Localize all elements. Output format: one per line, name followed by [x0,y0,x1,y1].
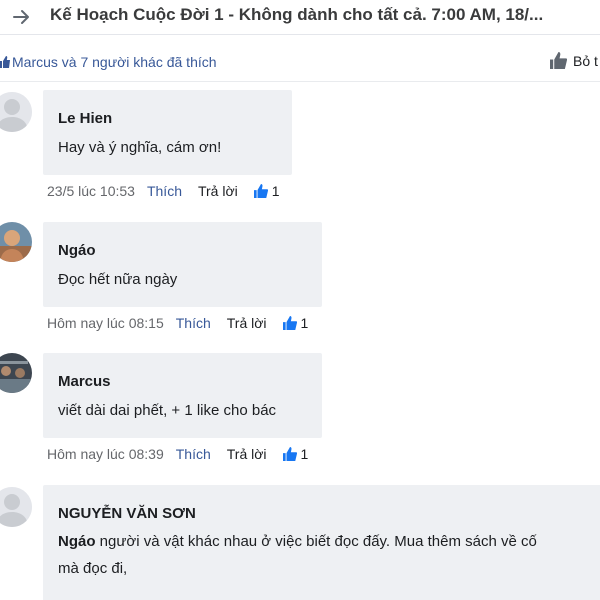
thread-title[interactable]: Kế Hoạch Cuộc Đời 1 - Không dành cho tất… [50,5,543,25]
like-count[interactable]: 1 [282,315,309,331]
back-arrow-icon[interactable] [10,5,34,29]
comment-text: Hay và ý nghĩa, cám ơn! [58,139,222,156]
likes-summary[interactable]: Marcus và 7 người khác đã thích [0,54,217,70]
avatar[interactable] [0,222,32,262]
thumbs-up-icon [282,447,297,461]
comment-author[interactable]: Le Hien [58,110,112,127]
comment-meta: Hôm nay lúc 08:39 Thích Trả lời 1 [47,446,308,462]
likes-summary-text: Marcus và 7 người khác đã thích [12,54,217,70]
mark-read-label: Bỏ t [573,52,598,69]
like-button[interactable]: Thích [176,315,211,331]
mark-read-button[interactable]: Bỏ t [550,52,598,69]
like-count-value: 1 [271,183,280,199]
avatar[interactable] [0,487,32,527]
thumbs-up-icon [253,184,268,198]
thread-header: Kế Hoạch Cuộc Đời 1 - Không dành cho tất… [0,0,600,35]
comment-text: Đọc hết nữa ngày [58,271,178,288]
reply-button[interactable]: Trả lời [227,446,267,462]
comment-bubble: Le Hien Hay và ý nghĩa, cám ơn! [43,90,292,175]
avatar[interactable] [0,353,32,393]
comment-time[interactable]: 23/5 lúc 10:53 [47,183,135,199]
comment-meta: Hôm nay lúc 08:15 Thích Trả lời 1 [47,315,308,331]
comment-text: Ngáo người và vật khác nhau ở việc biết … [58,533,537,550]
mention-link[interactable]: Ngáo [58,533,96,550]
comment-text-line1: người và vật khác nhau ở việc biết đọc đ… [95,533,537,550]
comment-author[interactable]: NGUYỄN VĂN SƠN [58,505,196,522]
like-button[interactable]: Thích [147,183,182,199]
thumbs-up-icon [282,316,297,330]
comment-time[interactable]: Hôm nay lúc 08:39 [47,446,164,462]
avatar[interactable] [0,92,32,132]
comment-meta: 23/5 lúc 10:53 Thích Trả lời 1 [47,183,280,199]
comment-text: viết dài dai phết, + 1 like cho bác [58,402,277,419]
like-count-value: 1 [300,446,309,462]
like-button[interactable]: Thích [176,446,211,462]
comment-author[interactable]: Marcus [58,373,111,390]
likes-bar: Marcus và 7 người khác đã thích Bỏ t [0,35,600,82]
comment-time[interactable]: Hôm nay lúc 08:15 [47,315,164,331]
comment-bubble: NGUYỄN VĂN SƠN Ngáo người và vật khác nh… [43,485,600,600]
thumbs-up-icon [550,52,567,69]
reply-button[interactable]: Trả lời [198,183,238,199]
like-count[interactable]: 1 [282,446,309,462]
comment-bubble: Marcus viết dài dai phết, + 1 like cho b… [43,353,322,438]
comment-bubble: Ngáo Đọc hết nữa ngày [43,222,322,307]
comment-author[interactable]: Ngáo [58,242,96,259]
like-count-value: 1 [300,315,309,331]
reply-button[interactable]: Trả lời [227,315,267,331]
thumbs-up-icon [0,56,10,68]
like-count[interactable]: 1 [253,183,280,199]
comment-text-line2: mà đọc đi, [58,560,128,577]
